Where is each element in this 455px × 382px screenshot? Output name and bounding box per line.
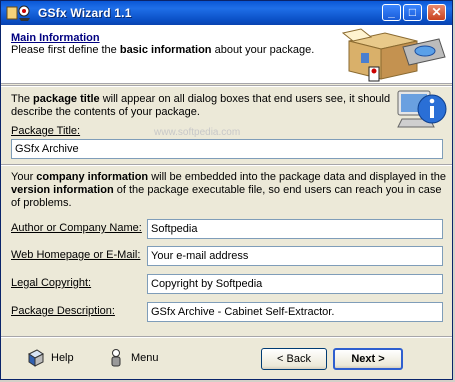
package-title-label: Package Title:	[11, 125, 81, 137]
s2-bold2: version information	[11, 184, 114, 196]
title-bar[interactable]: GSfx Wizard 1.1 _ □ ✕	[1, 1, 452, 25]
wizard-window: GSfx Wizard 1.1 _ □ ✕ Main Information P…	[0, 0, 453, 380]
s2-pre: Your	[11, 171, 37, 183]
help-link[interactable]: Help	[27, 349, 87, 369]
menu-label: Menu	[131, 352, 159, 364]
s1-bold: package title	[33, 93, 100, 105]
s1-pre: The	[11, 93, 34, 105]
wizard-header: Main Information Please first define the…	[1, 25, 452, 84]
page-title: Main Information	[11, 32, 100, 44]
maximize-button[interactable]: □	[403, 4, 422, 21]
description-input[interactable]	[147, 302, 443, 322]
company-help-text: Your company information will be embedde…	[11, 171, 451, 210]
next-button[interactable]: Next >	[333, 348, 403, 370]
copyright-input[interactable]	[147, 274, 443, 294]
header-divider	[1, 85, 452, 87]
web-label: Web Homepage or E-Mail:	[11, 249, 141, 261]
close-button[interactable]: ✕	[427, 4, 446, 21]
section-divider	[1, 164, 452, 166]
menu-figure-icon	[111, 349, 121, 367]
help-book-icon	[28, 349, 44, 367]
wizard-app-icon	[6, 5, 30, 21]
package-box-icon	[341, 28, 446, 82]
copyright-label: Legal Copyright:	[11, 277, 92, 289]
window-title: GSfx Wizard 1.1	[38, 6, 132, 20]
title-help-text: The package title will appear on all dia…	[11, 93, 396, 119]
s2-bold1: company information	[36, 171, 149, 183]
footer-divider	[1, 336, 452, 338]
author-input[interactable]	[147, 219, 443, 239]
package-title-input[interactable]	[11, 139, 443, 159]
back-button[interactable]: < Back	[261, 348, 327, 370]
desc-text-end: about your package.	[211, 44, 315, 56]
desc-text: Please first define the	[11, 44, 120, 56]
menu-link[interactable]: Menu	[107, 349, 167, 369]
description-label: Package Description:	[11, 305, 115, 317]
help-label: Help	[51, 352, 74, 364]
author-label: Author or Company Name:	[11, 222, 142, 234]
watermark-text: www.softpedia.com	[154, 127, 241, 138]
minimize-button[interactable]: _	[382, 4, 401, 21]
info-computer-icon	[397, 90, 447, 128]
page-description: Please first define the basic informatio…	[11, 44, 314, 56]
desc-bold: basic information	[119, 44, 212, 56]
s2-mid: will be embedded into the package data a…	[148, 171, 446, 183]
web-input[interactable]	[147, 246, 443, 266]
